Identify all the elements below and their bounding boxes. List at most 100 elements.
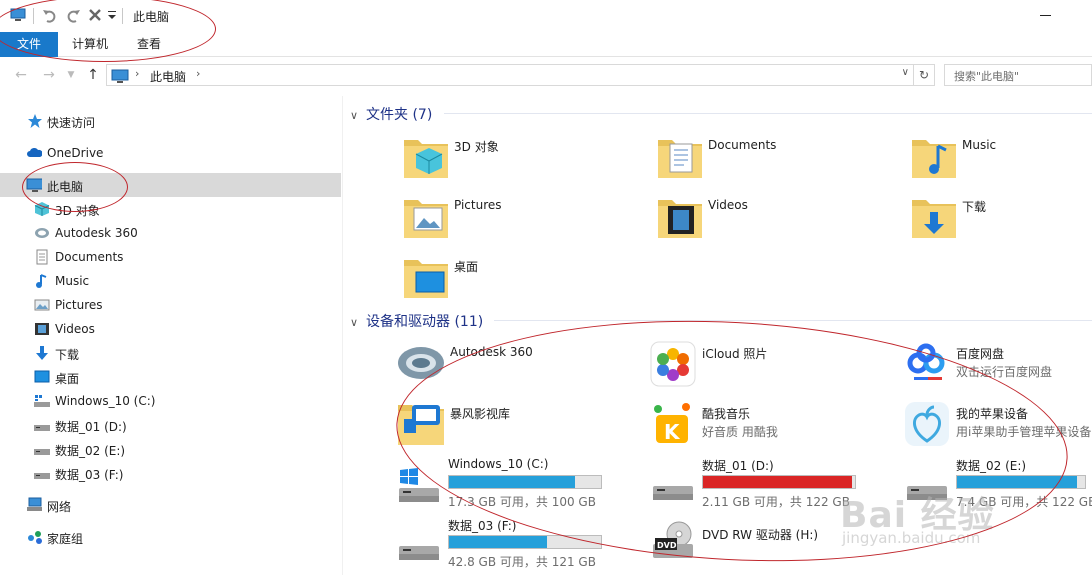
tile-label: Videos	[708, 198, 748, 212]
nav-label: 桌面	[55, 372, 80, 386]
app-my-apple-devices[interactable]: 我的苹果设备 用i苹果助手管理苹果设备	[904, 401, 1092, 457]
nav-item-network[interactable]: 网络	[0, 493, 341, 517]
nav-label: Pictures	[55, 298, 103, 312]
nav-label: Documents	[55, 250, 124, 264]
app-baofeng[interactable]: 暴风影视库	[396, 401, 646, 457]
cube-icon	[34, 202, 50, 216]
search-input[interactable]: 搜索"此电脑"	[944, 64, 1092, 86]
folder-desktop[interactable]: 桌面	[402, 254, 652, 310]
drive-icon	[653, 486, 693, 500]
nav-label: Videos	[55, 322, 95, 336]
desktop-folder-icon	[404, 260, 448, 298]
nav-label: 网络	[47, 500, 72, 514]
nav-label: Music	[55, 274, 90, 288]
watermark-url: jingyan.baidu.com	[842, 529, 981, 547]
capacity-bar	[702, 475, 856, 489]
drive-icon	[34, 473, 50, 479]
delete-icon[interactable]	[88, 8, 102, 22]
folder-documents[interactable]: Documents	[656, 134, 906, 190]
autodesk-icon	[35, 228, 49, 238]
redo-icon[interactable]	[65, 8, 81, 24]
minimize-button[interactable]	[1040, 15, 1051, 16]
capacity-bar-fill	[449, 536, 548, 548]
refresh-button[interactable]: ↻	[913, 64, 935, 86]
up-button[interactable]: ↑	[84, 66, 102, 84]
forward-button[interactable]: →	[40, 66, 58, 84]
cube-folder-icon	[404, 140, 448, 178]
video-icon	[35, 323, 49, 335]
tab-file[interactable]: 文件	[0, 32, 58, 57]
recent-locations-button[interactable]: ▼	[62, 66, 80, 84]
nav-item-onedrive[interactable]: OneDrive	[0, 141, 341, 165]
folders-group-header[interactable]: ∨ 文件夹 (7)	[350, 104, 432, 124]
autodesk-icon	[398, 347, 444, 379]
dvd-badge: DVD	[657, 541, 677, 550]
system-drive-icon	[399, 468, 439, 502]
folder-music[interactable]: Music	[910, 134, 1092, 190]
navigation-pane: 快速访问 OneDrive 此电脑 3D 对象 Autodesk 360 Doc…	[0, 96, 341, 575]
drive-capacity: 2.11 GB 可用，共 122 GB	[702, 495, 850, 509]
breadcrumb-chevron-icon[interactable]: ›	[135, 67, 139, 80]
tab-computer[interactable]: 计算机	[60, 32, 120, 57]
nav-item-documents[interactable]: Documents	[0, 245, 341, 269]
tile-subtitle: 好音质 用酷我	[702, 425, 778, 439]
nav-item-music[interactable]: Music	[0, 269, 341, 293]
tile-label: 百度网盘	[956, 347, 1005, 361]
customize-dropdown-icon[interactable]	[108, 11, 117, 21]
folder-pictures[interactable]: Pictures	[402, 194, 652, 250]
drive-c[interactable]: Windows_10 (C:) 17.3 GB 可用，共 100 GB	[396, 457, 646, 514]
collapse-chevron-icon[interactable]: ∨	[350, 316, 360, 329]
capacity-bar-fill	[703, 476, 853, 488]
tile-label: Autodesk 360	[450, 345, 533, 359]
nav-item-drive-d[interactable]: 数据_01 (D:)	[0, 413, 341, 437]
tile-label: 我的苹果设备	[956, 407, 1029, 421]
folder-videos[interactable]: Videos	[656, 194, 906, 250]
app-baidu-netdisk[interactable]: 百度网盘 双击运行百度网盘	[904, 341, 1092, 397]
computer-icon[interactable]	[10, 8, 26, 22]
app-icloud-photos[interactable]: iCloud 照片	[650, 341, 900, 397]
breadcrumb-this-pc[interactable]: 此电脑	[150, 68, 186, 85]
devices-group-header[interactable]: ∨ 设备和驱动器 (11)	[350, 311, 483, 331]
nav-item-desktop[interactable]: 桌面	[0, 365, 341, 389]
document-icon	[36, 249, 48, 265]
nav-item-3d-objects[interactable]: 3D 对象	[0, 197, 341, 221]
star-icon	[28, 114, 42, 128]
nav-label: 快速访问	[47, 116, 96, 130]
folder-downloads[interactable]: 下载	[910, 194, 1092, 250]
videos-folder-icon	[658, 200, 702, 238]
nav-item-quick-access[interactable]: 快速访问	[0, 109, 341, 133]
collapse-chevron-icon[interactable]: ∨	[350, 109, 360, 122]
nav-item-drive-c[interactable]: Windows_10 (C:)	[0, 389, 341, 413]
nav-item-homegroup[interactable]: 家庭组	[0, 525, 341, 549]
back-button[interactable]: ←	[12, 66, 30, 84]
drive-icon	[399, 546, 439, 560]
nav-item-this-pc[interactable]: 此电脑	[0, 173, 341, 197]
app-kuwo-music[interactable]: K 酷我音乐 好音质 用酷我	[650, 401, 900, 457]
address-dropdown-icon[interactable]: ∨	[902, 67, 909, 78]
capacity-bar-fill	[449, 476, 575, 488]
capacity-bar	[448, 535, 602, 549]
pane-divider[interactable]	[342, 96, 343, 575]
homegroup-icon	[28, 531, 42, 544]
icloud-photos-icon	[650, 341, 696, 387]
nav-item-pictures[interactable]: Pictures	[0, 293, 341, 317]
address-bar[interactable]: › 此电脑 › ∨	[106, 64, 914, 86]
apple-device-icon	[905, 402, 949, 446]
nav-item-autodesk-360[interactable]: Autodesk 360	[0, 221, 341, 245]
nav-item-videos[interactable]: Videos	[0, 317, 341, 341]
nav-item-drive-e[interactable]: 数据_02 (E:)	[0, 437, 341, 461]
folder-3d-objects[interactable]: 3D 对象	[402, 134, 652, 190]
tile-label: 酷我音乐	[702, 407, 751, 421]
drive-f[interactable]: 数据_03 (F:) 42.8 GB 可用，共 121 GB	[396, 518, 646, 574]
title-separator	[122, 8, 123, 24]
computer-icon	[26, 178, 42, 192]
nav-item-downloads[interactable]: 下载	[0, 341, 341, 365]
breadcrumb-chevron-icon[interactable]: ›	[196, 67, 200, 80]
nav-label: 数据_03 (F:)	[55, 468, 124, 482]
nav-label: 下载	[55, 348, 80, 362]
nav-label: OneDrive	[47, 146, 104, 160]
tab-view[interactable]: 查看	[124, 32, 174, 57]
nav-item-drive-f[interactable]: 数据_03 (F:)	[0, 461, 341, 485]
app-autodesk-360[interactable]: Autodesk 360	[396, 341, 646, 397]
undo-icon[interactable]	[42, 8, 58, 24]
